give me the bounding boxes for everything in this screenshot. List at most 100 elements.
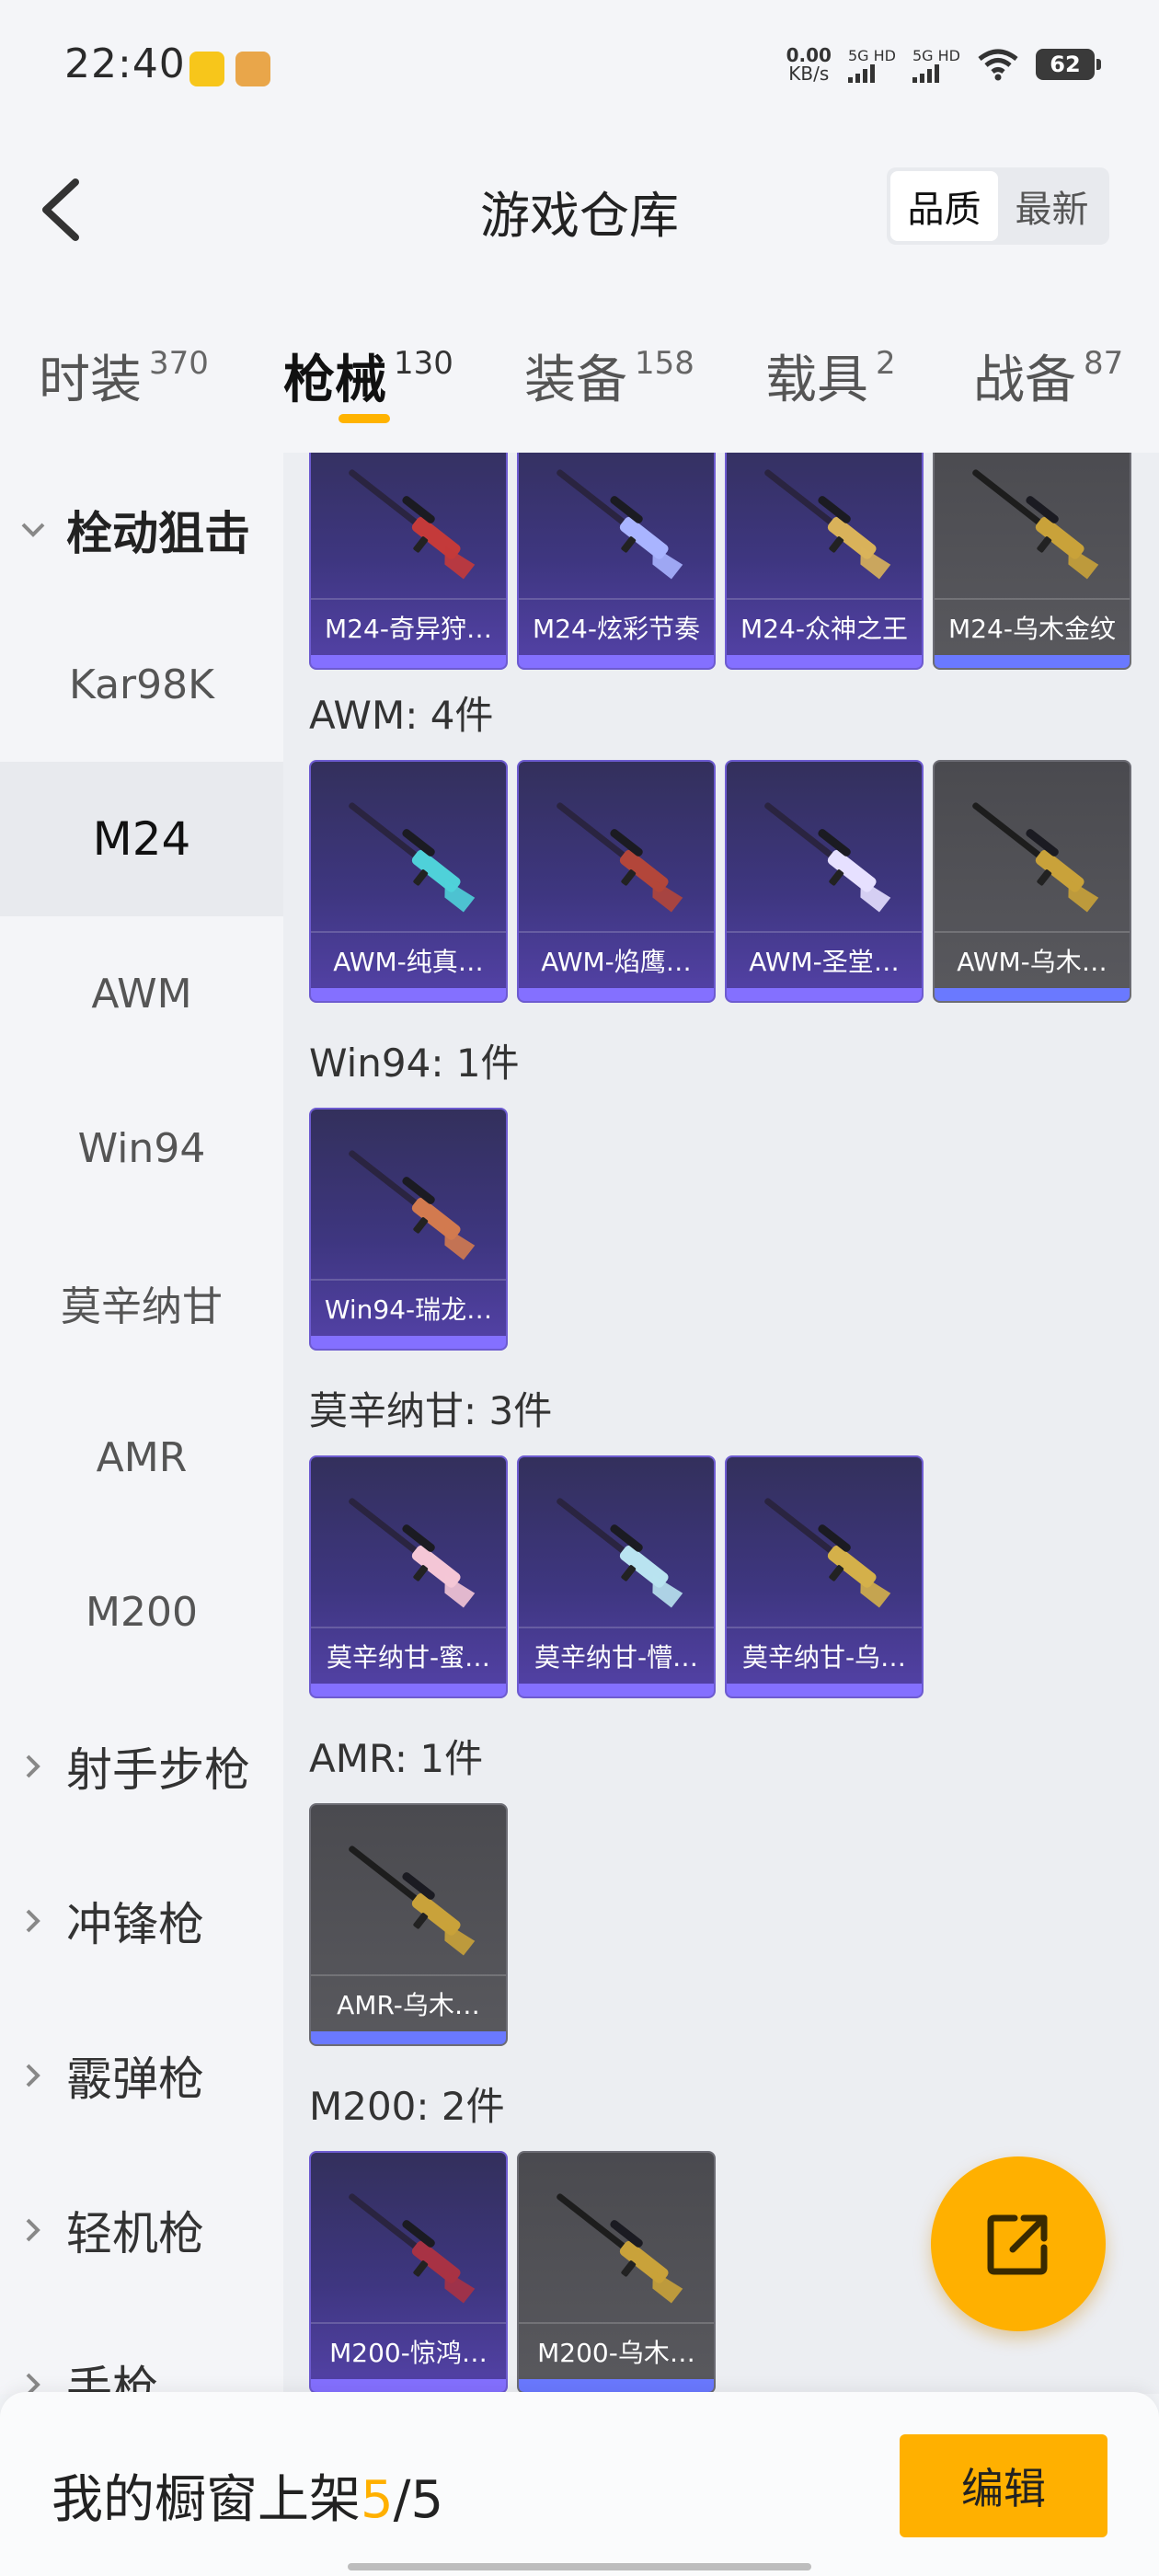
sidebar-item-win94[interactable]: Win94: [0, 1071, 283, 1225]
sidebar-group-smg[interactable]: 冲锋枪: [0, 1844, 283, 1998]
weapon-image: [349, 1150, 476, 1260]
rarity-strip: [311, 2031, 506, 2044]
rarity-strip: [519, 1684, 714, 1696]
weapon-card[interactable]: 莫辛纳甘-蜜…: [309, 1455, 508, 1698]
weapon-card-label: AWM-焰鹰…: [519, 931, 714, 988]
header: 游戏仓库 品质 最新: [0, 118, 1159, 302]
weapon-card[interactable]: AWM-乌木…: [933, 760, 1131, 1003]
weapon-card[interactable]: AWM-焰鹰…: [517, 760, 716, 1003]
sidebar-item-m200[interactable]: M200: [0, 1535, 283, 1689]
sim1-label: 5G HD: [847, 46, 896, 64]
section-title: AWM: 4件: [309, 693, 494, 738]
share-button[interactable]: [931, 2156, 1106, 2331]
sidebar-group-shotgun[interactable]: 霰弹枪: [0, 1998, 283, 2153]
weapon-card[interactable]: M24-奇异狩…: [309, 453, 508, 670]
sidebar-item-mosin[interactable]: 莫辛纳甘: [0, 1225, 283, 1380]
sidebar-group-label: 手枪: [66, 2362, 158, 2394]
rarity-strip: [727, 655, 922, 668]
weapon-card-label: M200-惊鸿…: [311, 2322, 506, 2379]
weapon-card[interactable]: M24-众神之王: [725, 453, 924, 670]
weapon-image: [557, 1498, 683, 1608]
chevron-right-icon: [0, 1753, 66, 1780]
weapon-card[interactable]: M200-乌木…: [517, 2151, 716, 2394]
wifi-icon: [978, 49, 1018, 81]
weapon-card-label: M24-炫彩节奏: [519, 598, 714, 655]
weapon-image: [557, 2193, 683, 2304]
rarity-strip: [727, 1684, 922, 1696]
weapon-card-label: AWM-圣堂…: [727, 931, 922, 988]
tab-supplies[interactable]: 战备 87: [973, 339, 1123, 413]
sidebar-group-pistol[interactable]: 手枪: [0, 2307, 283, 2394]
weapon-card[interactable]: AWM-纯真…: [309, 760, 508, 1003]
edit-button[interactable]: 编辑: [900, 2434, 1107, 2537]
chevron-right-icon: [0, 1907, 66, 1935]
weapon-image: [349, 2193, 476, 2304]
sidebar-group-label: 栓动狙击: [66, 507, 250, 560]
showcase-current-count: 5: [361, 2470, 394, 2530]
sidebar-group-marksman[interactable]: 射手步枪: [0, 1689, 283, 1844]
sort-quality-button[interactable]: 品质: [890, 171, 998, 241]
weapon-card-label: M24-乌木金纹: [935, 598, 1130, 655]
sim2-label: 5G HD: [912, 46, 960, 64]
sort-newest-button[interactable]: 最新: [998, 171, 1106, 241]
tab-count: 87: [1084, 345, 1124, 382]
home-indicator: [348, 2563, 811, 2570]
weapon-card-label: 莫辛纳甘-乌…: [727, 1627, 922, 1684]
showcase-total-count: 5: [410, 2470, 444, 2530]
tab-equipment[interactable]: 装备 158: [524, 339, 694, 413]
rarity-strip: [727, 988, 922, 1001]
rarity-strip: [935, 988, 1130, 1001]
weapon-card[interactable]: AMR-乌木…: [309, 1803, 508, 2046]
weapon-card[interactable]: M24-炫彩节奏: [517, 453, 716, 670]
battery-level: 62: [1050, 52, 1081, 77]
tab-guns[interactable]: 枪械 130: [283, 339, 453, 413]
weapon-card-label: AMR-乌木…: [311, 1974, 506, 2031]
chevron-right-icon: [0, 2062, 66, 2089]
signal-icon-1: 5G HD: [847, 46, 896, 83]
sidebar-group-bolt-action[interactable]: 栓动狙击: [0, 453, 283, 607]
weapon-image: [764, 469, 891, 580]
status-icons: 0.00 KB/s 5G HD 5G HD 62: [786, 46, 1101, 83]
tab-label: 时装: [39, 351, 142, 410]
weapon-card[interactable]: Win94-瑞龙…: [309, 1108, 508, 1351]
weapon-card-label: 莫辛纳甘-懵…: [519, 1627, 714, 1684]
app-notification-icon-2: [235, 52, 270, 86]
sidebar-item-kar98k[interactable]: Kar98K: [0, 607, 283, 762]
rarity-strip: [311, 2379, 506, 2392]
tab-count: 2: [876, 345, 896, 382]
sidebar-item-amr[interactable]: AMR: [0, 1380, 283, 1535]
weapon-category-sidebar: 栓动狙击 Kar98K M24 AWM Win94 莫辛纳甘 AMR M200 …: [0, 453, 283, 2394]
weapon-card[interactable]: 莫辛纳甘-懵…: [517, 1455, 716, 1698]
clock: 22:40: [64, 40, 186, 87]
weapon-card[interactable]: M24-乌木金纹: [933, 453, 1131, 670]
weapon-card[interactable]: AWM-圣堂…: [725, 760, 924, 1003]
rarity-strip: [519, 988, 714, 1001]
showcase-separator: /: [393, 2470, 411, 2530]
tab-vehicles[interactable]: 载具 2: [765, 339, 896, 413]
weapon-card[interactable]: 莫辛纳甘-乌…: [725, 1455, 924, 1698]
tab-label: 装备: [524, 351, 627, 410]
app-notification-icon: [189, 52, 224, 86]
sidebar-item-awm[interactable]: AWM: [0, 916, 283, 1071]
active-tab-indicator: [339, 414, 390, 423]
weapon-image: [764, 1498, 891, 1608]
status-bar: 22:40 0.00 KB/s 5G HD 5G HD 62: [0, 0, 1159, 118]
weapon-card[interactable]: M200-惊鸿…: [309, 2151, 508, 2394]
tab-label: 枪械: [283, 351, 386, 410]
weapon-image: [557, 469, 683, 580]
chevron-right-icon: [0, 2371, 66, 2394]
weapon-card-label: AWM-乌木…: [935, 931, 1130, 988]
tab-count: 370: [149, 345, 209, 382]
net-speed: 0.00 KB/s: [786, 46, 832, 83]
category-tabs: 时装 370 枪械 130 装备 158 载具 2 战备 87: [0, 302, 1159, 453]
sidebar-group-lmg[interactable]: 轻机枪: [0, 2153, 283, 2307]
weapon-image: [764, 802, 891, 913]
weapon-image: [972, 802, 1099, 913]
tab-count: 158: [635, 345, 694, 382]
sidebar-item-m24[interactable]: M24: [0, 762, 283, 916]
battery-icon: 62: [1036, 49, 1101, 80]
tab-fashion[interactable]: 时装 370: [39, 339, 209, 413]
weapon-card-label: M24-奇异狩…: [311, 598, 506, 655]
weapon-image: [972, 469, 1099, 580]
showcase-label: 我的橱窗上架: [52, 2470, 361, 2530]
